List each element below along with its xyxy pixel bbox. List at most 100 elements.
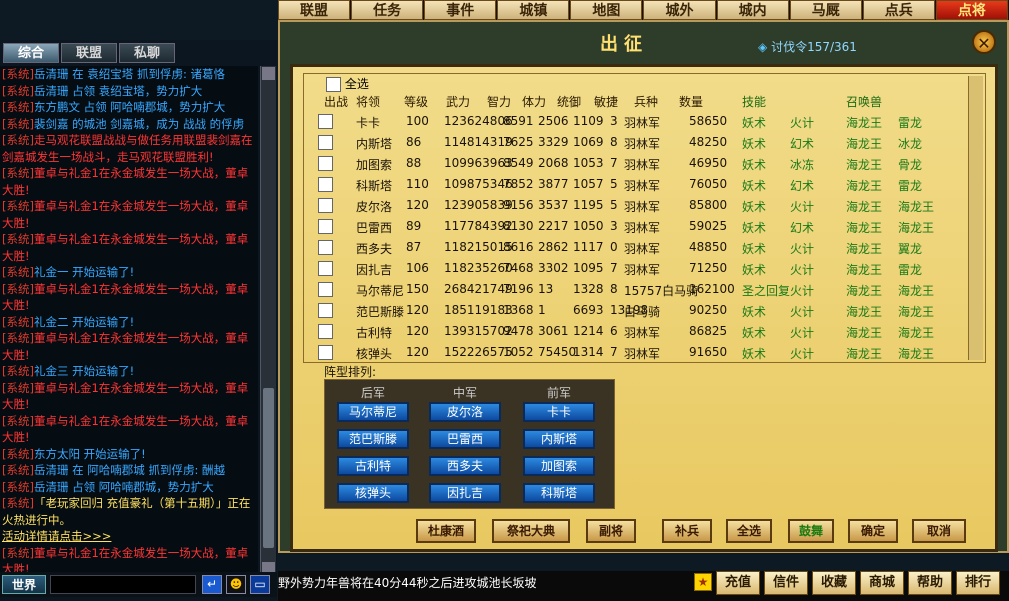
cell-hp: 1 (538, 303, 546, 317)
cell-beast1: 海龙王 (846, 284, 883, 298)
chat-scrollbar[interactable] (260, 66, 276, 576)
chat-tab-1[interactable]: 联盟 (61, 43, 117, 63)
cell-beast1: 海龙王 (846, 200, 883, 214)
deploy-checkbox[interactable] (318, 219, 333, 234)
chat-message: [系统]礼金三 开始运输了! (0, 363, 258, 380)
deploy-checkbox[interactable] (318, 114, 333, 129)
expedition-panel: 出征 ◈ 讨伐令157/361 ✕ 全选 出战 将领 等级 武力 智力 体力 统御 敏捷 兵种 数… (278, 20, 1009, 553)
chat-input[interactable] (50, 575, 196, 594)
message-text: 董卓与礼金1在永金城发生一场大战，董卓大胜! (2, 232, 249, 263)
formation-slot[interactable]: 古利特 (337, 456, 409, 476)
cell-level: 120 (406, 303, 429, 317)
close-button[interactable]: ✕ (972, 30, 996, 54)
formation-slot[interactable]: 皮尔洛 (429, 402, 501, 422)
table-row: 核弹头 120 152226575 1052 75450 1314 7 羽林军 91650 妖术火… (304, 343, 964, 364)
cell-agi: 0 (610, 240, 618, 254)
channel-select-button[interactable]: 世界 (2, 575, 46, 594)
cell-hp: 3537 (538, 198, 569, 212)
deploy-checkbox[interactable] (318, 135, 333, 150)
system-tag: [系统] (2, 133, 34, 147)
nav-tab-8[interactable]: 点兵 (862, 0, 935, 20)
deploy-checkbox[interactable] (318, 198, 333, 213)
nav-tab-9[interactable]: 点将 (935, 0, 1008, 20)
cell-agi: 5 (610, 177, 618, 191)
action-button-7[interactable]: 取消 (912, 519, 966, 543)
action-button-6[interactable]: 确定 (848, 519, 898, 543)
formation-slot[interactable]: 卡卡 (523, 402, 595, 422)
menu-button-5[interactable]: 排行 (956, 571, 1000, 595)
cell-lead: 1050 (573, 219, 604, 233)
cell-unit: 15757白马骑 (624, 284, 699, 298)
menu-button-1[interactable]: 信件 (764, 571, 808, 595)
nav-tab-4[interactable]: 地图 (570, 0, 643, 20)
emoji-icon[interactable]: ☻ (226, 575, 246, 594)
scroll-thumb[interactable] (263, 388, 274, 548)
chat-message: [系统]董卓与礼金1在永金城发生一场大战，董卓大胜! (0, 281, 258, 314)
list-scrollbar[interactable] (968, 76, 983, 360)
menu-button-2[interactable]: 收藏 (812, 571, 856, 595)
cell-skill2: 火计 (790, 200, 815, 214)
deploy-checkbox[interactable] (318, 261, 333, 276)
system-tag: [系统] (2, 166, 34, 180)
cell-count: 59025 (689, 219, 728, 233)
formation-slot[interactable]: 因扎吉 (429, 483, 501, 503)
menu-button-4[interactable]: 帮助 (908, 571, 952, 595)
nav-tab-7[interactable]: 马厩 (789, 0, 862, 20)
formation-slot[interactable]: 科斯塔 (523, 483, 595, 503)
deploy-checkbox[interactable] (318, 177, 333, 192)
cell-name: 马尔蒂尼 (356, 284, 405, 298)
action-button-0[interactable]: 杜康酒 (416, 519, 476, 543)
formation-slot[interactable]: 内斯塔 (523, 429, 595, 449)
formation-slot[interactable]: 西多夫 (429, 456, 501, 476)
nav-tab-6[interactable]: 城内 (716, 0, 789, 20)
cell-unit: 羽林军 (624, 347, 661, 361)
cell-int: 9478 (503, 324, 534, 338)
deploy-checkbox[interactable] (318, 345, 333, 360)
action-button-3[interactable]: 补兵 (662, 519, 712, 543)
formation-slot[interactable]: 范巴斯滕 (337, 429, 409, 449)
deploy-checkbox[interactable] (318, 324, 333, 339)
menu-button-0[interactable]: 充值 (716, 571, 760, 595)
nav-tab-2[interactable]: 事件 (424, 0, 497, 20)
cell-beast1: 海龙王 (846, 347, 883, 361)
cell-skill1: 妖术 (742, 221, 767, 235)
select-all-checkbox[interactable] (326, 77, 341, 92)
nav-tab-3[interactable]: 城镇 (497, 0, 570, 20)
chat-tab-0[interactable]: 综合 (3, 43, 59, 63)
event-link[interactable]: 活动详情请点击>>> (2, 529, 111, 543)
menu-button-3[interactable]: 商城 (860, 571, 904, 595)
select-all-row[interactable]: 全选 (326, 75, 369, 92)
star-icon[interactable]: ★ (694, 573, 712, 591)
scroll-up-icon[interactable] (262, 67, 275, 80)
nav-tab-5[interactable]: 城外 (643, 0, 716, 20)
send-icon[interactable]: ↵ (202, 575, 222, 594)
formation-slot[interactable]: 马尔蒂尼 (337, 402, 409, 422)
action-button-1[interactable]: 祭祀大典 (492, 519, 570, 543)
deploy-checkbox[interactable] (318, 240, 333, 255)
deploy-checkbox[interactable] (318, 156, 333, 171)
message-text: 董卓与礼金1在永金城发生一场大战，董卓大胜! (2, 413, 249, 445)
cell-level: 100 (406, 114, 429, 128)
cell-lead: 1314 (573, 345, 604, 359)
nav-tab-1[interactable]: 任务 (351, 0, 424, 20)
deploy-checkbox[interactable] (318, 303, 333, 318)
action-button-2[interactable]: 副将 (586, 519, 636, 543)
screen-icon[interactable]: ▭ (250, 575, 270, 594)
deploy-checkbox[interactable] (318, 282, 333, 297)
formation-slot[interactable]: 巴雷西 (429, 429, 501, 449)
action-button-4[interactable]: 全选 (726, 519, 772, 543)
cell-count: 48250 (689, 135, 728, 149)
chat-tab-2[interactable]: 私聊 (119, 43, 175, 63)
formation-slot[interactable]: 加图索 (523, 456, 595, 476)
troop-token-counter: ◈ 讨伐令157/361 (758, 38, 857, 55)
system-tag: [系统] (2, 199, 34, 213)
action-button-5[interactable]: 鼓舞 (788, 519, 834, 543)
message-text: 东方鹏文 占领 阿哈喃郡城，势力扩大 (33, 100, 226, 114)
message-text: 岳清珊 占领 阿哈喃郡城，势力扩大 (33, 479, 214, 494)
system-tag: [系统] (2, 331, 34, 345)
formation-slot[interactable]: 核弹头 (337, 483, 409, 503)
token-label: 讨伐令157/361 (771, 40, 857, 54)
nav-tab-0[interactable]: 联盟 (278, 0, 351, 20)
cell-level: 120 (406, 345, 429, 359)
cell-name: 核弹头 (356, 347, 393, 361)
